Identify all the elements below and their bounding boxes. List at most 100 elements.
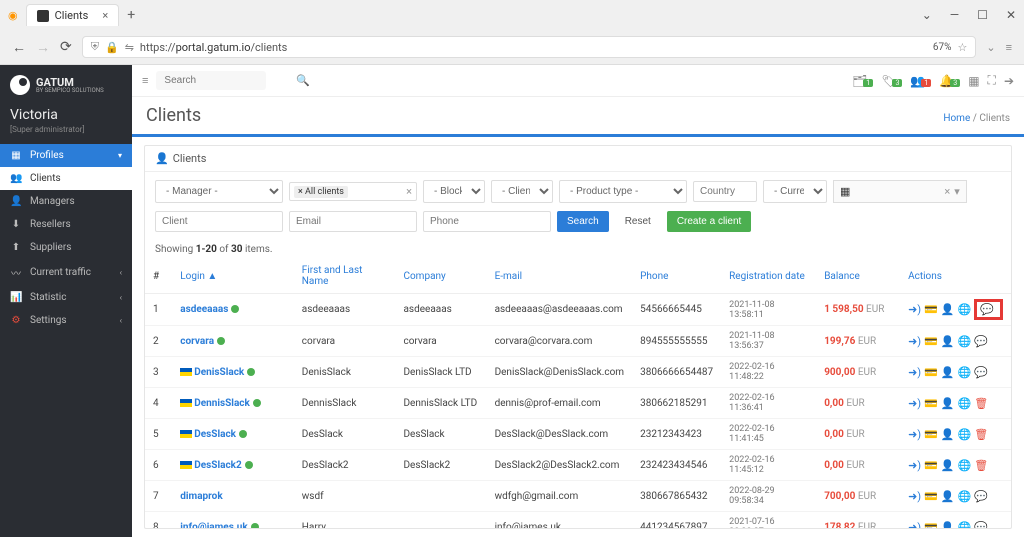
globe-icon[interactable]: 🌐 — [958, 303, 972, 316]
col-actions[interactable]: Actions — [900, 259, 1011, 294]
maximize-icon[interactable]: ☐ — [977, 8, 988, 22]
clear-icon[interactable]: × — [406, 185, 412, 198]
all-clients-tag[interactable]: × All clients — [294, 186, 348, 198]
card-icon[interactable]: 💳 — [924, 335, 938, 348]
col-login-[interactable]: Login ▲ — [172, 259, 294, 294]
close-window-icon[interactable]: ✕ — [1006, 8, 1016, 22]
delete-icon[interactable]: 🗑 — [974, 459, 988, 472]
globe-icon[interactable]: 🌐 — [958, 397, 972, 410]
login-link[interactable]: DennisSlack — [194, 398, 250, 409]
user-icon[interactable]: 👤 — [941, 366, 955, 379]
menu-icon[interactable]: ≡ — [1006, 41, 1012, 54]
user-icon[interactable]: 👤 — [941, 490, 955, 503]
date-range-button[interactable]: ▦ × ▾ — [833, 180, 967, 203]
reload-button[interactable]: ⟳ — [60, 39, 72, 55]
login-icon[interactable]: ➜) — [908, 521, 921, 530]
card-icon[interactable]: 💳 — [924, 428, 938, 441]
user-icon[interactable]: 👤 — [941, 397, 955, 410]
bell-icon[interactable]: 🔔3 — [939, 74, 960, 88]
pocket-icon[interactable]: ⌄ — [986, 41, 995, 54]
search-input[interactable] — [164, 75, 296, 86]
highlighted-action[interactable]: 💬 — [974, 299, 1003, 320]
search-button[interactable]: Search — [557, 211, 609, 232]
minimize-icon[interactable]: — — [950, 8, 959, 22]
user-icon[interactable]: 👤 — [941, 428, 955, 441]
user-icon[interactable]: 👤 — [941, 459, 955, 472]
flag-icon[interactable]: ▦ — [968, 74, 979, 88]
card-icon[interactable]: 💳 — [924, 459, 938, 472]
hamburger-icon[interactable]: ≡ — [142, 74, 148, 87]
login-icon[interactable]: ➜) — [908, 303, 921, 316]
login-icon[interactable]: ➜) — [908, 490, 921, 503]
search-box[interactable]: 🔍 — [156, 71, 266, 90]
clear-date-icon[interactable]: × — [944, 185, 950, 198]
col-balance[interactable]: Balance — [816, 259, 900, 294]
chat-icon[interactable]: 💬 — [974, 490, 988, 503]
login-link[interactable]: DenisSlack — [194, 367, 244, 378]
country-input[interactable] — [693, 181, 757, 202]
login-icon[interactable]: ➜) — [908, 397, 921, 410]
delete-icon[interactable]: 🗑 — [974, 428, 988, 441]
lock-icon[interactable]: 🔒 — [105, 41, 119, 54]
login-link[interactable]: asdeeaaas — [180, 304, 228, 315]
sidebar-item-statistic[interactable]: 📊Statistic‹ — [0, 286, 132, 309]
chevron-down-icon[interactable]: ⌄ — [922, 8, 932, 22]
client-status-select[interactable]: - Client's stat — [491, 180, 553, 203]
user-icon[interactable]: 👤 — [941, 521, 955, 530]
card-icon[interactable]: 💳 — [924, 490, 938, 503]
sidebar-item-clients[interactable]: 👥Clients — [0, 167, 132, 190]
globe-icon[interactable]: 🌐 — [958, 428, 972, 441]
globe-icon[interactable]: 🌐 — [958, 459, 972, 472]
login-link[interactable]: DesSlack2 — [194, 460, 241, 471]
card-icon[interactable]: 💳 — [924, 397, 938, 410]
client-input[interactable] — [155, 211, 283, 232]
login-icon[interactable]: ➜) — [908, 366, 921, 379]
globe-icon[interactable]: 🌐 — [958, 490, 972, 503]
manager-select[interactable]: - Manager - — [155, 180, 283, 203]
search-icon[interactable]: 🔍 — [296, 74, 310, 87]
col-phone[interactable]: Phone — [632, 259, 721, 294]
sidebar-item-managers[interactable]: 👤Managers — [0, 190, 132, 213]
col-e-mail[interactable]: E-mail — [487, 259, 633, 294]
globe-icon[interactable]: 🌐 — [958, 521, 972, 530]
sidebar-item-resellers[interactable]: ⬇Resellers — [0, 213, 132, 236]
login-icon[interactable]: ➜) — [908, 335, 921, 348]
chevron-down-icon[interactable]: ▾ — [954, 185, 960, 198]
user-icon[interactable]: 👤 — [941, 303, 955, 316]
col-company[interactable]: Company — [395, 259, 486, 294]
login-icon[interactable]: ➜) — [908, 459, 921, 472]
currency-select[interactable]: - Currency - — [763, 180, 827, 203]
sidebar-item-current-traffic[interactable]: 〰Current traffic‹ — [0, 259, 132, 286]
clients-multiselect[interactable]: × All clients × — [289, 182, 417, 201]
settings-icon[interactable]: ⇋ — [125, 41, 134, 54]
logout-icon[interactable]: ➔ — [1004, 74, 1014, 88]
chat-icon[interactable]: 💬 — [974, 521, 988, 530]
shield-icon[interactable]: ⛨ — [91, 40, 99, 54]
delete-icon[interactable]: 🗑 — [974, 397, 988, 410]
bookmark-icon[interactable]: ☆ — [957, 41, 967, 54]
globe-icon[interactable]: 🌐 — [958, 335, 972, 348]
phone-input[interactable] — [423, 211, 551, 232]
reset-button[interactable]: Reset — [615, 211, 661, 232]
product-type-select[interactable]: - Product type - — [559, 180, 687, 203]
stack-icon[interactable]: 🗂1 — [852, 74, 873, 88]
login-link[interactable]: dimaprok — [180, 491, 222, 502]
create-client-button[interactable]: Create a client — [667, 211, 751, 232]
chat-icon[interactable]: 💬 — [974, 335, 988, 348]
sidebar-item-profiles[interactable]: ▦Profiles▾ — [0, 144, 132, 167]
forward-button[interactable]: → — [36, 39, 50, 56]
card-icon[interactable]: 💳 — [924, 521, 938, 530]
email-input[interactable] — [289, 211, 417, 232]
breadcrumb-home[interactable]: Home — [943, 113, 970, 124]
sidebar-item-settings[interactable]: ⚙Settings‹ — [0, 309, 132, 332]
tag-icon[interactable]: 🏷3 — [881, 74, 902, 88]
col-first-and-last-name[interactable]: First and Last Name — [294, 259, 396, 294]
users-icon[interactable]: 👥1 — [910, 74, 931, 88]
login-link[interactable]: DesSlack — [194, 429, 236, 440]
browser-tab[interactable]: Clients × — [26, 4, 120, 26]
card-icon[interactable]: 💳 — [924, 366, 938, 379]
login-icon[interactable]: ➜) — [908, 428, 921, 441]
user-icon[interactable]: 👤 — [941, 335, 955, 348]
col--[interactable]: # — [145, 259, 172, 294]
login-link[interactable]: corvara — [180, 336, 214, 347]
